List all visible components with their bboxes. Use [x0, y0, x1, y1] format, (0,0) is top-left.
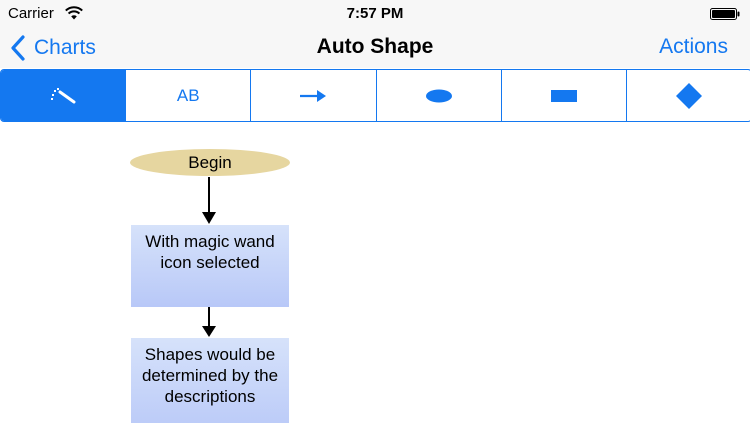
shape-toolbar: AB [0, 69, 750, 122]
flowchart-step-2-shape[interactable]: Shapes would be determined by the descri… [131, 338, 289, 423]
chevron-left-icon [11, 35, 25, 61]
screen: Carrier 7:57 PM Charts Auto Shape Action… [0, 0, 750, 423]
segment-magic-wand[interactable] [1, 70, 127, 121]
magic-wand-icon [51, 87, 76, 103]
segment-text[interactable]: AB [126, 70, 252, 121]
status-bar: Carrier 7:57 PM [0, 0, 750, 28]
back-button[interactable]: Charts [10, 28, 96, 68]
diamond-icon [675, 82, 702, 109]
back-button-label: Charts [34, 36, 96, 59]
status-time: 7:57 PM [346, 5, 404, 22]
rectangle-icon [550, 89, 577, 102]
flowchart-arrow-1 [202, 177, 216, 224]
ellipse-icon [425, 89, 452, 102]
flowchart-step-2-label: Shapes would be determined by the descri… [141, 345, 279, 406]
arrow-right-icon [300, 89, 327, 102]
battery-icon [710, 8, 740, 20]
flowchart-arrow-2 [202, 307, 216, 337]
segment-arrow[interactable] [251, 70, 377, 121]
page-title: Auto Shape [316, 35, 434, 58]
segment-diamond[interactable] [627, 70, 750, 121]
flowchart-step-1-label: With magic wand icon selected [145, 232, 275, 272]
flowchart-begin-shape[interactable]: Begin [130, 149, 290, 176]
flowchart-step-1-shape[interactable]: With magic wand icon selected [131, 225, 289, 307]
segment-ellipse[interactable] [377, 70, 502, 121]
text-icon: AB [176, 85, 200, 105]
segment-rectangle[interactable] [502, 70, 627, 121]
actions-button[interactable]: Actions [659, 28, 728, 68]
navigation-bar: Charts Auto Shape Actions [0, 28, 750, 68]
flowchart-begin-label: Begin [188, 152, 232, 172]
